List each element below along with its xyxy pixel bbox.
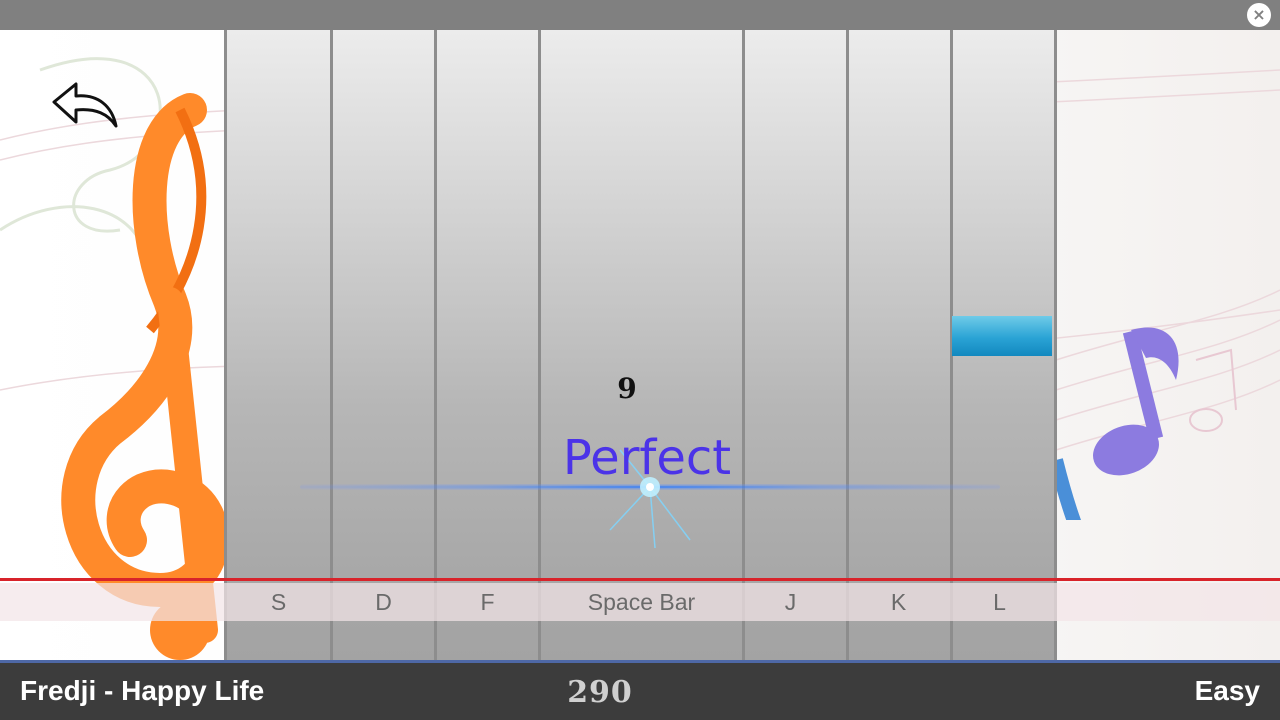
judgement-text: Perfect [562,430,732,486]
key-label-s: S [270,589,287,615]
combo-counter: 9 [617,372,637,405]
hit-line [0,578,1280,581]
lane-s [224,30,330,660]
key-label-d: D [375,589,392,615]
music-note-icon [1056,327,1237,520]
key-label-l: L [993,589,1006,615]
game-stage: 9 Perfect S D F Space Bar J K L [0,30,1280,660]
key-label-f: F [480,589,495,615]
lane-space-bar [538,30,742,660]
key-label-k: K [890,589,907,615]
score-display: 290 [567,675,633,710]
lane-k [846,30,950,660]
status-bar: Fredji - Happy Life 290 Easy [0,660,1280,720]
lane-f [434,30,538,660]
close-icon[interactable]: × [1247,3,1271,27]
key-label-j: J [784,589,797,615]
falling-note [952,316,1052,356]
difficulty-label: Easy [1194,675,1260,706]
back-arrow-icon[interactable] [50,80,122,136]
treble-clef-icon [61,93,229,660]
title-bar: × [0,0,1280,30]
lane-j [742,30,846,660]
song-title: Fredji - Happy Life [20,675,265,706]
lane-d [330,30,434,660]
key-label-space-bar: Space Bar [587,589,696,615]
